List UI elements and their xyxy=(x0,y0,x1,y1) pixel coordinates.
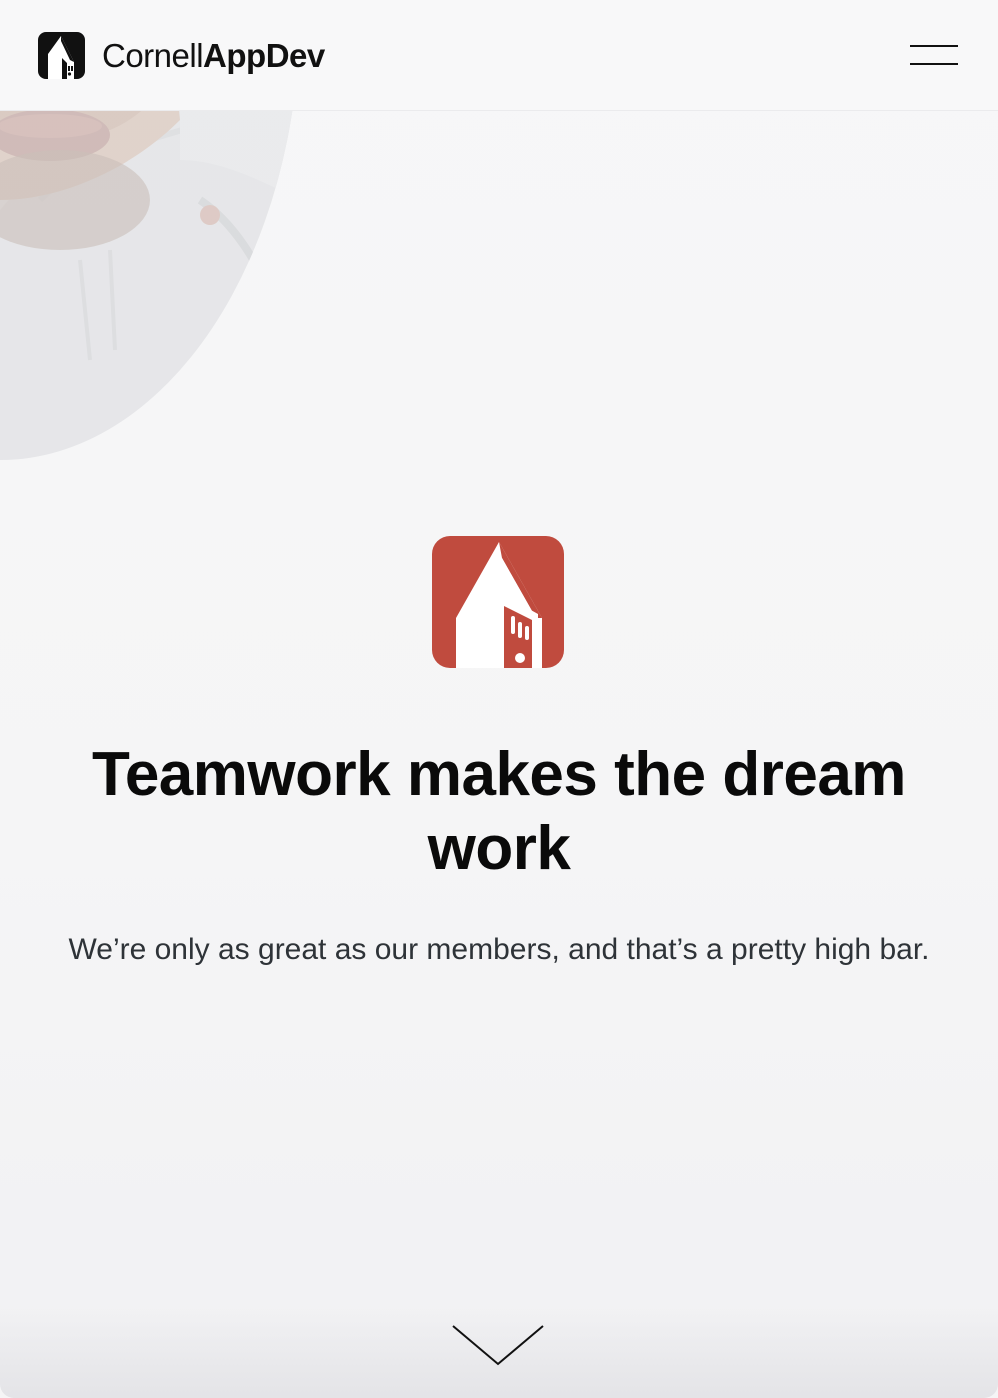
chevron-down-icon[interactable] xyxy=(451,1324,545,1368)
brand-text-light: Cornell xyxy=(102,36,204,74)
menu-line xyxy=(910,45,958,47)
brand-text-bold: AppDev xyxy=(203,36,325,74)
appdev-tower-icon xyxy=(432,536,564,668)
page: CornellAppDev Teamwork makes the dream w… xyxy=(0,0,998,1398)
hamburger-menu-icon[interactable] xyxy=(910,38,958,72)
chevron-down-icon-graphic xyxy=(452,1325,544,1366)
page-subtitle: We’re only as great as our members, and … xyxy=(68,933,930,966)
brand-link[interactable]: CornellAppDev xyxy=(38,32,325,79)
menu-line xyxy=(910,63,958,65)
site-header: CornellAppDev xyxy=(0,0,998,111)
brand-wordmark: CornellAppDev xyxy=(102,37,325,75)
page-title: Teamwork makes the dream work xyxy=(92,740,906,883)
cornell-appdev-logo-icon xyxy=(38,32,85,79)
